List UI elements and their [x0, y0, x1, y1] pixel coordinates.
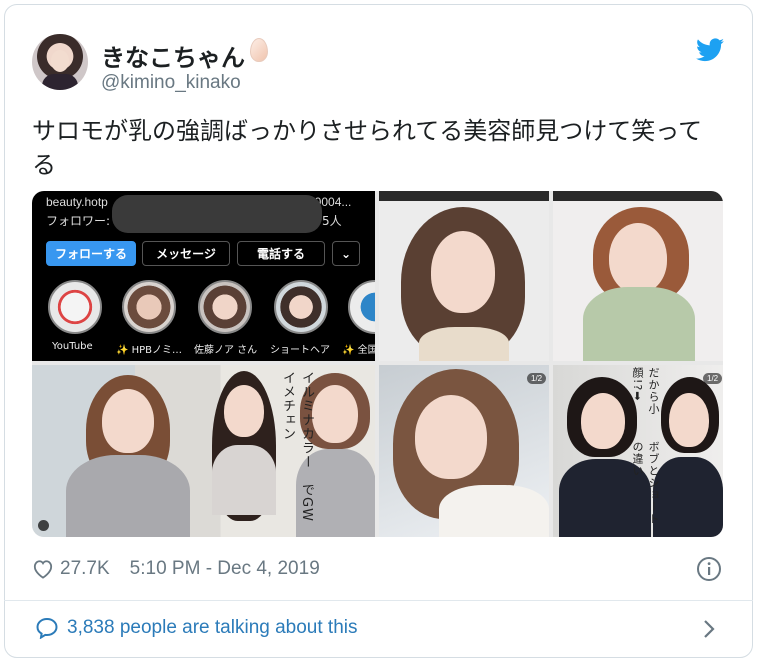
speech-bubble-icon — [36, 617, 58, 639]
redaction-blur — [112, 195, 322, 233]
ig-story-label: 佐藤ノア さん — [194, 345, 258, 356]
ig-story-zenkoku — [348, 280, 375, 334]
chevron-right-icon[interactable] — [702, 619, 716, 639]
ig-followers-label: フォロワー: — [46, 214, 111, 228]
slide-count-badge: 1/2 — [527, 373, 547, 384]
ig-story-hpb — [122, 280, 176, 334]
ig-story-sato — [198, 280, 252, 334]
twitter-bird-icon[interactable] — [696, 38, 724, 62]
ig-story-youtube — [48, 280, 102, 334]
like-count[interactable]: 27.7K — [60, 558, 110, 580]
conversation-link[interactable]: 3,838 people are talking about this — [35, 617, 358, 639]
avatar[interactable] — [32, 34, 88, 90]
heart-icon[interactable] — [32, 559, 54, 579]
ig-story-label: YouTube — [52, 341, 93, 352]
ig-story-short — [274, 280, 328, 334]
overlay-text: ボブとショートの違い — [631, 441, 660, 525]
ig-follow-button: フォローする — [46, 241, 136, 266]
divider — [4, 600, 753, 601]
tweet-text: サロモが乳の強調ばっかりさせられてる美容師見つけて笑ってる — [32, 117, 703, 179]
media-tile-portrait-5[interactable]: 1/2 — [379, 365, 549, 537]
media-tile-collage[interactable]: イルミナカラー でGWイメチェン — [32, 365, 375, 537]
overlay-text: だから小顔!?➡ — [631, 367, 660, 415]
ig-followers-count: 5人 — [322, 214, 342, 228]
display-name[interactable]: きなこちゃん — [101, 38, 245, 73]
ig-call-button: 電話する — [237, 241, 325, 266]
ig-message-button: メッセージ — [142, 241, 230, 266]
info-icon[interactable] — [696, 556, 722, 582]
egg-emoji-icon — [250, 38, 268, 62]
person-tag-icon — [38, 520, 49, 531]
media-tile-instagram-profile[interactable]: beauty.hotp 00004... フォロワー: 5人 フォローする メッ… — [32, 191, 375, 361]
slide-count-badge: 1/2 — [703, 373, 723, 384]
ig-story-label: ✨ HPBノミ… — [116, 345, 183, 356]
media-tile-portrait-3[interactable] — [553, 191, 723, 361]
ig-story-label: ✨ 全国 — [342, 345, 375, 356]
tweet-meta: 27.7K 5:10 PM - Dec 4, 2019 — [32, 557, 320, 581]
media-tile-bob-short[interactable]: だから小顔!?➡ ボブとショートの違い 1/2 — [553, 365, 723, 537]
ig-more-button: ⌄ — [332, 241, 360, 266]
timestamp[interactable]: 5:10 PM - Dec 4, 2019 — [130, 558, 320, 580]
ig-story-label: ショートヘア — [270, 345, 330, 356]
media-tile-portrait-2[interactable] — [379, 191, 549, 361]
talking-count-text[interactable]: 3,838 people are talking about this — [67, 617, 358, 639]
ig-url: beauty.hotp — [46, 195, 108, 209]
user-handle[interactable]: @kimino_kinako — [101, 72, 241, 94]
media-grid[interactable]: beauty.hotp 00004... フォロワー: 5人 フォローする メッ… — [32, 191, 723, 537]
overlay-text: イルミナカラー でGWイメチェン — [280, 371, 314, 522]
